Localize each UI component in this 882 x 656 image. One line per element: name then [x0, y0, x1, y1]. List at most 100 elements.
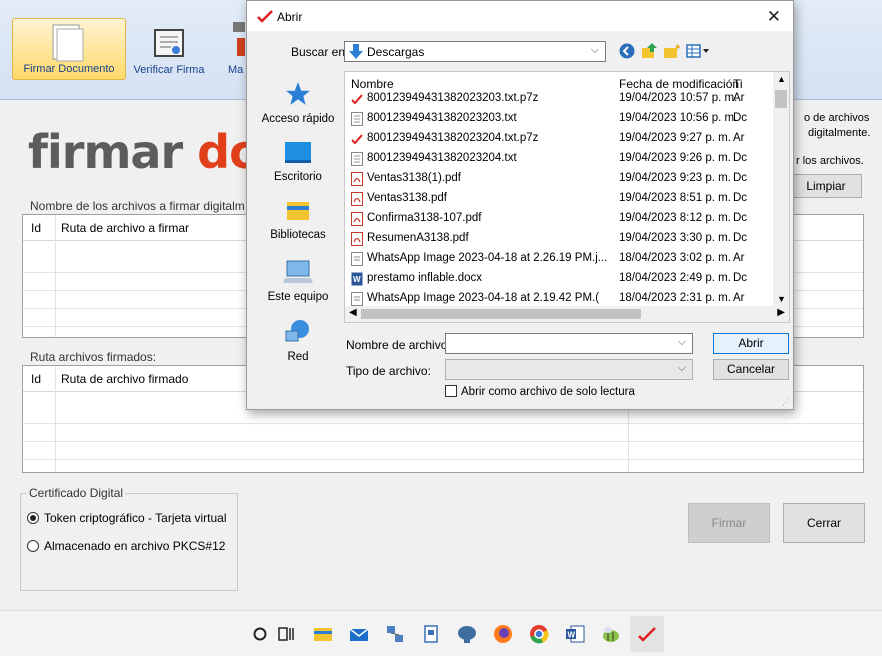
file-type: Dc — [733, 192, 748, 204]
hscroll-thumb[interactable] — [361, 309, 641, 319]
file-type: Dc — [733, 172, 748, 184]
file-name: WhatsApp Image 2023-04-18 at 2.19.42 PM.… — [367, 292, 600, 304]
file-name: 800123949431382023204.txt.p7z — [367, 132, 539, 144]
column-id: Id — [31, 221, 42, 235]
network-app-icon[interactable] — [382, 621, 408, 647]
place-network[interactable]: Red — [255, 317, 341, 363]
certificate-icon — [154, 29, 184, 57]
view-menu-button[interactable] — [686, 43, 712, 62]
scroll-thumb[interactable] — [775, 90, 787, 108]
pdf-file-icon — [351, 232, 363, 246]
mail-icon[interactable] — [346, 621, 372, 647]
token-radio[interactable]: Token criptográfico - Tarjeta virtual — [27, 511, 227, 525]
sign-document-button[interactable]: Firmar Documento — [12, 18, 126, 80]
file-row[interactable]: WhatsApp Image 2023-04-18 at 2.26.19 PM.… — [345, 249, 773, 269]
bee-app-icon[interactable] — [598, 621, 624, 647]
file-type: Dc — [733, 112, 748, 124]
signature-app-icon[interactable] — [630, 616, 664, 652]
file-list[interactable]: Nombre Fecha de modificación Ti 80012394… — [344, 71, 790, 323]
file-type: Dc — [733, 212, 748, 224]
file-name: WhatsApp Image 2023-04-18 at 2.26.19 PM.… — [367, 252, 608, 264]
view-grid-icon — [686, 44, 709, 58]
file-row[interactable]: 800123949431382023203.txt 19/04/2023 10:5… — [345, 109, 773, 129]
resize-grip-icon[interactable]: ⋰ — [782, 398, 790, 407]
back-button[interactable] — [619, 43, 635, 62]
clear-button[interactable]: Limpiar — [790, 174, 862, 198]
look-in-dropdown[interactable]: Descargas ⌵ — [344, 41, 606, 62]
word-icon[interactable]: W — [562, 621, 588, 647]
taskbar: W — [0, 610, 882, 656]
file-row[interactable]: Wprestamo inflable.docx 18/04/2023 2:49 p… — [345, 269, 773, 289]
signed-files-title: Ruta archivos firmados: — [28, 350, 159, 364]
task-view-icon[interactable] — [273, 621, 299, 647]
close-icon[interactable]: ✕ — [767, 7, 781, 27]
chrome-icon[interactable] — [526, 621, 552, 647]
verify-signature-button[interactable]: Verificar Firma — [132, 18, 206, 80]
certificate-group: Certificado Digital Token criptográfico … — [20, 486, 238, 591]
pdf-file-icon — [351, 192, 363, 206]
dialog-title-bar: Abrir ✕ — [247, 1, 793, 31]
open-button[interactable]: Abrir — [713, 333, 789, 354]
file-name: prestamo inflable.docx — [367, 272, 483, 284]
signature-icon — [257, 10, 273, 23]
file-row[interactable]: 800123949431382023204.txt 19/04/2023 9:26… — [345, 149, 773, 169]
file-row[interactable]: 800123949431382023204.txt.p7z 19/04/2023 … — [345, 129, 773, 149]
scroll-left-icon[interactable]: ◀ — [349, 307, 357, 318]
cancel-button[interactable]: Cancelar — [713, 359, 789, 380]
horizontal-scrollbar[interactable]: ◀ ▶ — [345, 306, 789, 322]
chevron-down-icon: ⌵ — [590, 44, 599, 56]
vertical-scrollbar[interactable]: ▲ ▼ — [773, 72, 789, 306]
new-folder-button[interactable]: ✶ — [663, 43, 682, 62]
file-name: 800123949431382023203.txt.p7z — [367, 92, 539, 104]
file-row[interactable]: Ventas3138.pdf 19/04/2023 8:51 p. m. Dc — [345, 189, 773, 209]
file-type: Dc — [733, 232, 748, 244]
image-file-icon — [351, 252, 363, 266]
radio-icon — [27, 540, 39, 552]
file-explorer-icon[interactable] — [310, 621, 336, 647]
scroll-right-icon[interactable]: ▶ — [777, 307, 785, 318]
file-date: 18/04/2023 3:02 p. m. — [619, 252, 731, 264]
place-libraries[interactable]: Bibliotecas — [255, 195, 341, 241]
scroll-down-icon[interactable]: ▼ — [777, 294, 786, 304]
file-row[interactable]: Ventas3138(1).pdf 19/04/2023 9:23 p. m. Dc — [345, 169, 773, 189]
place-quick-access[interactable]: Acceso rápido — [255, 79, 341, 125]
up-folder-icon — [642, 43, 657, 58]
dialog-title: Abrir — [277, 10, 303, 24]
document-app-icon[interactable] — [418, 621, 444, 647]
chevron-down-icon[interactable]: ⌵ — [678, 336, 686, 349]
search-icon[interactable] — [247, 621, 273, 647]
place-desktop[interactable]: Escritorio — [255, 137, 341, 183]
files-to-sign-title: Nombre de los archivos a firmar digitalm — [28, 199, 247, 213]
more-label: Ma — [228, 64, 244, 76]
file-row[interactable]: Confirma3138-107.pdf 19/04/2023 8:12 p. m… — [345, 209, 773, 229]
file-date: 18/04/2023 2:31 p. m. — [619, 292, 731, 304]
sign-button[interactable]: Firmar — [688, 503, 770, 543]
readonly-checkbox[interactable]: Abrir como archivo de solo lectura — [445, 385, 635, 398]
file-row[interactable]: ResumenA3138.pdf 19/04/2023 3:30 p. m. Dc — [345, 229, 773, 249]
firefox-icon[interactable] — [490, 621, 516, 647]
verify-signature-label: Verificar Firma — [133, 64, 205, 76]
file-type-label: Tipo de archivo: — [346, 364, 431, 378]
file-type: Dc — [733, 152, 748, 164]
file-name: ResumenA3138.pdf — [367, 232, 469, 244]
pkcs12-radio[interactable]: Almacenado en archivo PKCS#12 — [27, 539, 225, 553]
more-button[interactable]: Ma — [222, 18, 248, 80]
place-this-pc[interactable]: Este equipo — [255, 257, 341, 303]
desktop-icon — [285, 142, 311, 163]
database-app-icon[interactable] — [454, 621, 480, 647]
file-name-input[interactable]: ⌵ — [445, 333, 693, 354]
up-folder-button[interactable] — [641, 43, 657, 62]
checkbox-icon — [445, 385, 457, 397]
file-date: 19/04/2023 9:27 p. m. — [619, 132, 731, 144]
file-type-dropdown[interactable]: ⌵ — [445, 359, 693, 380]
file-date: 19/04/2023 9:26 p. m. — [619, 152, 731, 164]
close-button[interactable]: Cerrar — [783, 503, 865, 543]
file-name: Ventas3138(1).pdf — [367, 172, 461, 184]
pdf-icon — [233, 22, 245, 56]
file-date: 19/04/2023 10:57 p. m. — [619, 92, 738, 104]
svg-text:W: W — [353, 275, 361, 284]
file-row[interactable]: 800123949431382023203.txt.p7z 19/04/2023 … — [345, 89, 773, 109]
radio-selected-icon — [27, 512, 39, 524]
scroll-up-icon[interactable]: ▲ — [777, 74, 786, 84]
svg-text:W: W — [568, 631, 576, 640]
